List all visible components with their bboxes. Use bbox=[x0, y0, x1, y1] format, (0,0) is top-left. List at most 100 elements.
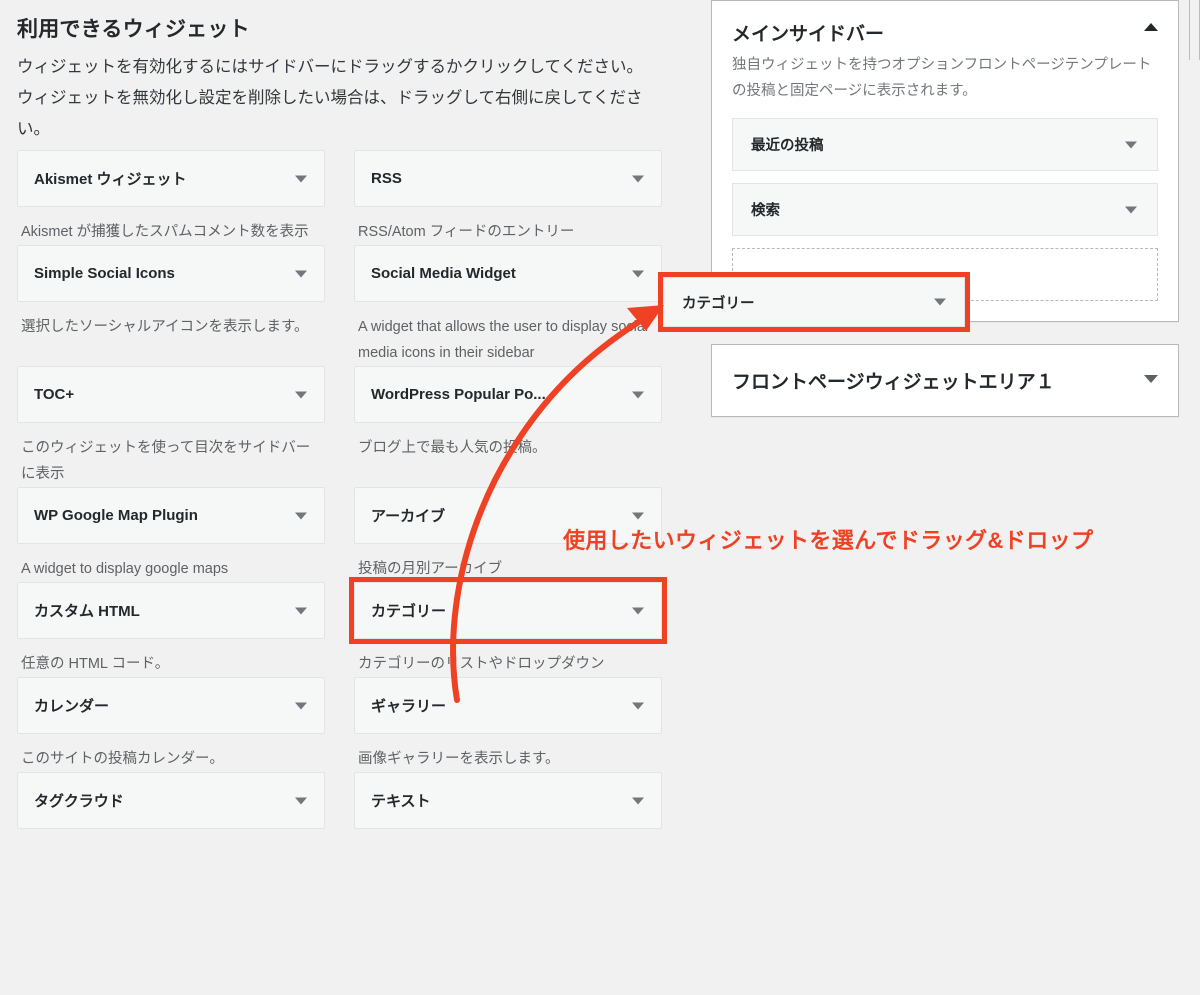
available-widget-item[interactable]: ギャラリー bbox=[354, 677, 662, 734]
chevron-down-icon[interactable] bbox=[934, 298, 946, 306]
available-widget-button[interactable]: カレンダー bbox=[17, 677, 325, 734]
available-widgets-pane: 利用できるウィジェット ウィジェットを有効化するにはサイドバーにドラッグするかク… bbox=[0, 0, 680, 995]
available-widget-item[interactable]: WP Google Map Plugin bbox=[17, 487, 325, 544]
available-widgets-grid: Akismet ウィジェット Akismet が捕獲したスパムコメント数を表示 RS… bbox=[17, 150, 667, 867]
chevron-down-icon[interactable] bbox=[295, 175, 307, 182]
widget-row: タグクラウド テキスト bbox=[17, 772, 662, 867]
available-widget-item[interactable]: TOC+ bbox=[17, 366, 325, 423]
available-widget-cell: カレンダーこのサイトの投稿カレンダー。 bbox=[17, 677, 325, 772]
available-widget-label: Akismet ウィジェット bbox=[34, 171, 187, 188]
sidebar-widget-search[interactable]: 検索 bbox=[732, 183, 1158, 236]
chevron-down-icon[interactable] bbox=[1125, 141, 1137, 148]
available-widget-button[interactable]: カスタム HTML bbox=[17, 582, 325, 639]
available-widget-item[interactable]: カスタム HTML bbox=[17, 582, 325, 639]
available-widget-button[interactable]: WP Google Map Plugin bbox=[17, 487, 325, 544]
widget-row: カスタム HTML 任意の HTML コード。 カテゴリーカテゴリーのリストやドロッ… bbox=[17, 577, 667, 677]
dragged-widget-label: カテゴリー bbox=[682, 295, 755, 312]
sidebar-widget-recent-posts[interactable]: 最近の投稿 bbox=[732, 118, 1158, 171]
chevron-down-icon[interactable] bbox=[1144, 375, 1158, 383]
chevron-down-icon[interactable] bbox=[632, 175, 644, 182]
available-widget-cell: カスタム HTML 任意の HTML コード。 bbox=[17, 582, 325, 677]
chevron-down-icon[interactable] bbox=[632, 270, 644, 277]
available-widget-label: テキスト bbox=[371, 793, 431, 810]
dragged-widget-category[interactable]: カテゴリー bbox=[658, 272, 970, 332]
available-widget-item[interactable]: カレンダー bbox=[17, 677, 325, 734]
available-widget-button[interactable]: RSS bbox=[354, 150, 662, 207]
available-widget-description: Akismet が捕獲したスパムコメント数を表示 bbox=[21, 224, 309, 240]
available-widget-cell: カテゴリーカテゴリーのリストやドロップダウン bbox=[349, 577, 667, 677]
available-widget-button[interactable]: ギャラリー bbox=[354, 677, 662, 734]
available-widget-cell: タグクラウド bbox=[17, 772, 325, 867]
available-widget-description: カテゴリーのリストやドロップダウン bbox=[358, 656, 605, 672]
dragged-widget-inner[interactable]: カテゴリー bbox=[663, 277, 965, 327]
available-widget-cell: ギャラリー 画像ギャラリーを表示します。 bbox=[354, 677, 662, 772]
available-widget-item[interactable]: テキスト bbox=[354, 772, 662, 829]
available-widget-item[interactable]: WordPress Popular Po... bbox=[354, 366, 662, 423]
chevron-down-icon[interactable] bbox=[295, 607, 307, 614]
widget-row: TOC+ このウィジェットを使って目次をサイドバーに表示 WordPress Pop… bbox=[17, 366, 662, 487]
sidebars-pane: メインサイドバー 独自ウィジェットを持つオプションフロントページテンプレートの投… bbox=[711, 0, 1179, 439]
chevron-down-icon[interactable] bbox=[295, 391, 307, 398]
annotation-text: 使用したいウィジェットを選んでドラッグ&ドロップ bbox=[563, 528, 1094, 553]
sidebar-widget-label: 検索 bbox=[751, 203, 780, 219]
available-widget-cell: WP Google Map Plugin A widget to display … bbox=[17, 487, 325, 582]
available-widget-label: カレンダー bbox=[34, 698, 110, 715]
available-widget-label: RSS bbox=[371, 170, 402, 187]
available-widget-description: 任意の HTML コード。 bbox=[21, 656, 170, 672]
available-widget-button[interactable]: TOC+ bbox=[17, 366, 325, 423]
available-widget-description: ブログ上で最も人気の投稿。 bbox=[358, 440, 547, 456]
vertical-scrollbar[interactable] bbox=[1189, 0, 1200, 60]
available-widget-button[interactable]: カテゴリー bbox=[354, 582, 662, 639]
panel-front-page-widget-area-1-header[interactable]: フロントページウィジェットエリア１ bbox=[712, 345, 1178, 416]
available-widgets-description: ウィジェットを有効化するにはサイドバーにドラッグするかクリックしてください。ウィ… bbox=[17, 58, 644, 138]
available-widget-cell: TOC+ このウィジェットを使って目次をサイドバーに表示 bbox=[17, 366, 325, 487]
sidebar-widget-label: 最近の投稿 bbox=[751, 138, 824, 154]
chevron-down-icon[interactable] bbox=[295, 270, 307, 277]
available-widget-button[interactable]: Akismet ウィジェット bbox=[17, 150, 325, 207]
widget-row: カレンダー このサイトの投稿カレンダー。 ギャラリー 画像ギャラリーを表示します。 bbox=[17, 677, 662, 772]
chevron-down-icon[interactable] bbox=[632, 797, 644, 804]
available-widget-label: TOC+ bbox=[34, 386, 75, 403]
available-widget-item[interactable]: Akismet ウィジェット bbox=[17, 150, 325, 207]
chevron-down-icon[interactable] bbox=[632, 702, 644, 709]
available-widget-item[interactable]: Simple Social Icons bbox=[17, 245, 325, 302]
chevron-down-icon[interactable] bbox=[295, 512, 307, 519]
available-widget-cell: Akismet ウィジェット Akismet が捕獲したスパムコメント数を表示 bbox=[17, 150, 325, 245]
chevron-up-icon[interactable] bbox=[1144, 23, 1158, 31]
available-widget-button[interactable]: タグクラウド bbox=[17, 772, 325, 829]
available-widget-description: A widget to display google maps bbox=[21, 561, 229, 577]
chevron-down-icon[interactable] bbox=[1125, 206, 1137, 213]
available-widget-description: このサイトの投稿カレンダー。 bbox=[21, 751, 224, 767]
available-widget-description: A widget that allows the user to display… bbox=[358, 319, 649, 361]
available-widget-cell: Social Media Widget A widget that allows … bbox=[354, 245, 662, 366]
chevron-down-icon[interactable] bbox=[295, 797, 307, 804]
available-widget-label: カテゴリー bbox=[371, 603, 447, 620]
available-widget-label: WordPress Popular Po... bbox=[371, 386, 546, 403]
chevron-down-icon[interactable] bbox=[632, 512, 644, 519]
available-widget-label: ギャラリー bbox=[371, 698, 447, 715]
available-widget-item[interactable]: Social Media Widget bbox=[354, 245, 662, 302]
available-widget-item[interactable]: カテゴリー bbox=[349, 577, 667, 644]
available-widget-cell: テキスト bbox=[354, 772, 662, 867]
widget-row: Akismet ウィジェット Akismet が捕獲したスパムコメント数を表示 RS… bbox=[17, 150, 662, 245]
chevron-down-icon[interactable] bbox=[295, 702, 307, 709]
chevron-down-icon[interactable] bbox=[632, 391, 644, 398]
chevron-down-icon[interactable] bbox=[632, 607, 644, 614]
widget-row: Simple Social Icons 選択したソーシャルアイコンを表示します。 S… bbox=[17, 245, 662, 366]
available-widget-button[interactable]: テキスト bbox=[354, 772, 662, 829]
available-widget-button[interactable]: Social Media Widget bbox=[354, 245, 662, 302]
available-widget-description: 選択したソーシャルアイコンを表示します。 bbox=[21, 319, 309, 335]
available-widget-label: カスタム HTML bbox=[34, 603, 140, 620]
available-widget-cell: RSS RSS/Atom フィードのエントリー bbox=[354, 150, 662, 245]
available-widget-label: Social Media Widget bbox=[371, 265, 516, 282]
panel-main-sidebar-header[interactable]: メインサイドバー 独自ウィジェットを持つオプションフロントページテンプレートの投… bbox=[712, 1, 1178, 104]
available-widget-item[interactable]: タグクラウド bbox=[17, 772, 325, 829]
widgets-admin-screen: 利用できるウィジェット ウィジェットを有効化するにはサイドバーにドラッグするかク… bbox=[0, 0, 1200, 995]
available-widget-item[interactable]: RSS bbox=[354, 150, 662, 207]
panel-front-page-widget-area-1[interactable]: フロントページウィジェットエリア１ bbox=[711, 344, 1179, 417]
available-widget-description: RSS/Atom フィードのエントリー bbox=[358, 224, 575, 240]
available-widget-cell: WordPress Popular Po... ブログ上で最も人気の投稿。 bbox=[354, 366, 662, 487]
available-widget-button[interactable]: Simple Social Icons bbox=[17, 245, 325, 302]
panel-main-sidebar-description: 独自ウィジェットを持つオプションフロントページテンプレートの投稿と固定ページに表… bbox=[732, 57, 1152, 99]
available-widget-button[interactable]: WordPress Popular Po... bbox=[354, 366, 662, 423]
